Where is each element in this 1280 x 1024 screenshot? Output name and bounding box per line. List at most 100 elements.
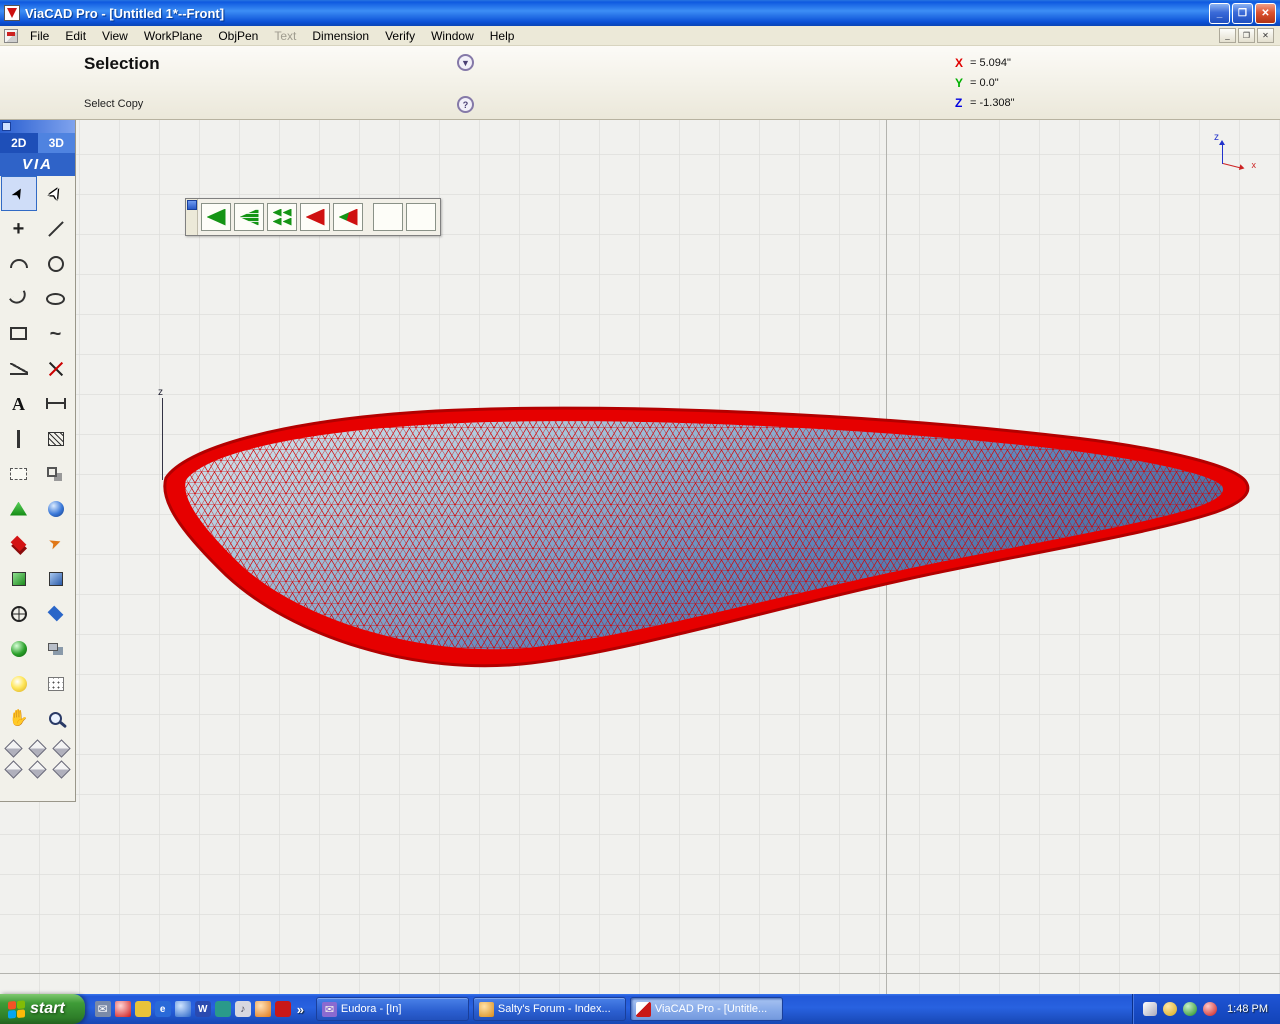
tool-hatch-button[interactable] bbox=[38, 421, 74, 456]
quick-launch-overflow-chevron[interactable]: » bbox=[295, 1002, 306, 1017]
menu-window[interactable]: Window bbox=[423, 27, 482, 45]
tool-cube-button[interactable] bbox=[38, 561, 74, 596]
tool-trim-button[interactable] bbox=[38, 351, 74, 386]
minimize-button[interactable]: _ bbox=[1209, 3, 1230, 24]
menu-edit[interactable]: Edit bbox=[57, 27, 94, 45]
task-viacad[interactable]: ViaCAD Pro - [Untitle... bbox=[630, 997, 783, 1021]
grid-major-vertical-line bbox=[886, 120, 887, 994]
hide-entity-button[interactable] bbox=[406, 203, 436, 231]
view-axon-button[interactable] bbox=[50, 759, 73, 780]
mdi-close-button[interactable]: ✕ bbox=[1257, 28, 1274, 43]
menu-objpen[interactable]: ObjPen bbox=[210, 27, 266, 45]
tool-ellipse-button[interactable] bbox=[38, 281, 74, 316]
quicklaunch-browser-icon[interactable]: e bbox=[155, 1001, 171, 1017]
tool-select-button[interactable]: ➤ bbox=[1, 176, 37, 211]
view-iso-button[interactable] bbox=[2, 738, 25, 759]
view-back-button[interactable] bbox=[26, 759, 49, 780]
view-top-button[interactable] bbox=[26, 738, 49, 759]
menu-file[interactable]: File bbox=[22, 27, 57, 45]
quicklaunch-player-icon[interactable] bbox=[255, 1001, 271, 1017]
windows-logo-icon bbox=[8, 1000, 25, 1018]
sweep-arrow-icon: ➤ bbox=[47, 534, 64, 552]
quicklaunch-notes-icon[interactable] bbox=[135, 1001, 151, 1017]
tray-mouse-icon[interactable] bbox=[1143, 1002, 1157, 1016]
taskbar-clock[interactable]: 1:48 PM bbox=[1227, 1003, 1268, 1015]
right-view-icon bbox=[4, 760, 22, 778]
menu-help[interactable]: Help bbox=[482, 27, 523, 45]
tab-3d[interactable]: 3D bbox=[38, 133, 76, 153]
view-right-button[interactable] bbox=[2, 759, 25, 780]
mesh-display-wireframe-button[interactable] bbox=[300, 203, 330, 231]
tab-2d[interactable]: 2D bbox=[0, 133, 38, 153]
close-button[interactable]: ✕ bbox=[1255, 3, 1276, 24]
tool-point-button[interactable]: + bbox=[1, 211, 37, 246]
view-front-button[interactable] bbox=[50, 738, 73, 759]
menu-dimension[interactable]: Dimension bbox=[304, 27, 377, 45]
menu-view[interactable]: View bbox=[94, 27, 136, 45]
pan-hand-icon: ✋ bbox=[9, 711, 29, 727]
tool-light-button[interactable] bbox=[1, 666, 37, 701]
tool-spline-button[interactable]: ~ bbox=[38, 316, 74, 351]
tool-globe-button[interactable] bbox=[1, 596, 37, 631]
quicklaunch-tools-icon[interactable] bbox=[215, 1001, 231, 1017]
hull-mesh-model[interactable] bbox=[0, 120, 1280, 994]
indicator-x-axis-arrow bbox=[1223, 163, 1243, 169]
tool-solid-button[interactable] bbox=[1, 561, 37, 596]
start-button[interactable]: start bbox=[0, 994, 85, 1024]
task-saltys-forum[interactable]: Salty's Forum - Index... bbox=[473, 997, 626, 1021]
mesh-display-shaded-button[interactable] bbox=[234, 203, 264, 231]
drawing-canvas[interactable]: z bbox=[0, 120, 1280, 994]
mesh-display-mixed-button[interactable] bbox=[333, 203, 363, 231]
quicklaunch-mail-icon[interactable]: ✉ bbox=[95, 1001, 111, 1017]
quicklaunch-app-icon[interactable] bbox=[275, 1001, 291, 1017]
tool-pan-button[interactable]: ✋ bbox=[1, 701, 37, 736]
tool-options-dropdown-button[interactable]: ▼ bbox=[457, 54, 474, 71]
mdi-restore-button[interactable]: ❐ bbox=[1238, 28, 1255, 43]
restore-button[interactable]: ❐ bbox=[1232, 3, 1253, 24]
tool-sphere-button[interactable] bbox=[38, 491, 74, 526]
show-entity-button[interactable] bbox=[373, 203, 403, 231]
rectangle-icon bbox=[10, 327, 27, 340]
toolbar-drag-handle[interactable] bbox=[186, 199, 198, 235]
tray-antivirus-icon[interactable] bbox=[1183, 1002, 1197, 1016]
green-figure-icon bbox=[382, 209, 394, 226]
curve-icon bbox=[8, 290, 28, 307]
tool-boolean-button[interactable] bbox=[38, 631, 74, 666]
tool-render-button[interactable] bbox=[38, 666, 74, 701]
tool-select-alt-button[interactable]: ➤ bbox=[38, 176, 74, 211]
tray-volume-icon[interactable] bbox=[1163, 1002, 1177, 1016]
z-axis-label: Z bbox=[955, 96, 965, 110]
tool-offset-button[interactable] bbox=[1, 421, 37, 456]
tray-status-icon[interactable] bbox=[1203, 1002, 1217, 1016]
quicklaunch-word-icon[interactable]: W bbox=[195, 1001, 211, 1017]
tool-rectangle-button[interactable] bbox=[1, 316, 37, 351]
menu-workplane[interactable]: WorkPlane bbox=[136, 27, 210, 45]
document-icon[interactable] bbox=[4, 29, 18, 43]
tool-extrude-button[interactable] bbox=[1, 491, 37, 526]
palette-drag-handle[interactable] bbox=[0, 120, 75, 133]
tool-gem-button[interactable] bbox=[38, 596, 74, 631]
tool-copy-button[interactable] bbox=[38, 456, 74, 491]
tool-blend-button[interactable] bbox=[1, 631, 37, 666]
quicklaunch-eudora-icon[interactable] bbox=[115, 1001, 131, 1017]
mesh-display-facets-button[interactable] bbox=[267, 203, 297, 231]
help-button[interactable]: ? bbox=[457, 96, 474, 113]
quicklaunch-messenger-icon[interactable] bbox=[175, 1001, 191, 1017]
tool-line-button[interactable] bbox=[38, 211, 74, 246]
menu-verify[interactable]: Verify bbox=[377, 27, 423, 45]
tool-polyline-button[interactable] bbox=[1, 351, 37, 386]
mesh-display-solid-button[interactable] bbox=[201, 203, 231, 231]
tool-zoom-button[interactable] bbox=[38, 701, 74, 736]
tool-curve-button[interactable] bbox=[1, 281, 37, 316]
tool-surface-button[interactable] bbox=[1, 526, 37, 561]
coordinate-y: Y = 0.0" bbox=[955, 76, 1015, 90]
quicklaunch-media-icon[interactable]: ♪ bbox=[235, 1001, 251, 1017]
tool-workplane-button[interactable] bbox=[1, 456, 37, 491]
tool-arc-button[interactable] bbox=[1, 246, 37, 281]
tool-text-button[interactable]: A bbox=[1, 386, 37, 421]
tool-dimension-button[interactable] bbox=[38, 386, 74, 421]
tool-sweep-button[interactable]: ➤ bbox=[38, 526, 74, 561]
mdi-minimize-button[interactable]: _ bbox=[1219, 28, 1236, 43]
task-eudora[interactable]: ✉ Eudora - [In] bbox=[316, 997, 469, 1021]
tool-circle-button[interactable] bbox=[38, 246, 74, 281]
